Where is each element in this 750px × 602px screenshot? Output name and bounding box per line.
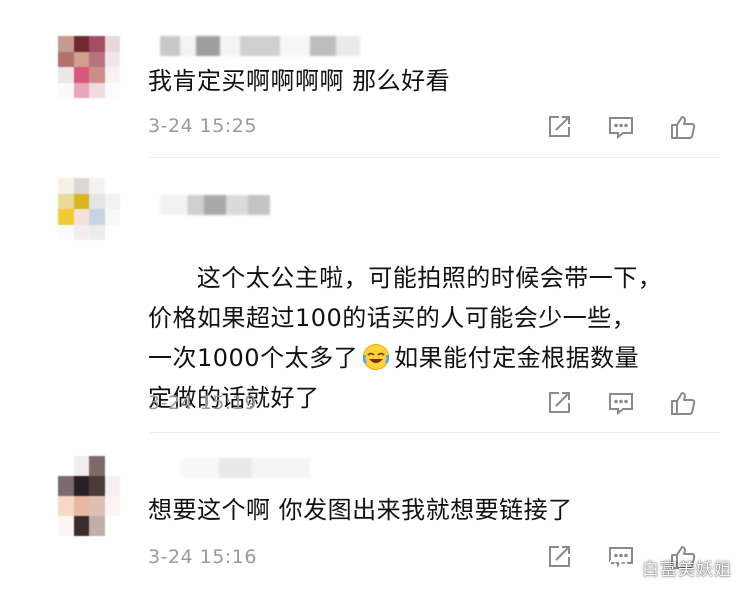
username-blurred[interactable]: [180, 458, 310, 478]
wechat-icon: [608, 557, 633, 577]
watermark: 白富美妖姐: [608, 554, 732, 580]
comment-timestamp: 3-24 15:16: [148, 546, 257, 568]
comment-item: 想要这个啊 你发图出来我就想要链接了 3-24 15:16: [0, 0, 750, 602]
share-button[interactable]: [544, 542, 574, 572]
comment-text: 想要这个啊 你发图出来我就想要链接了: [148, 496, 573, 524]
comment-feed: 我肯定买啊啊啊啊 那么好看 3-24 15:25 这个太公主啦，可能拍照的时候会…: [0, 0, 750, 602]
watermark-label: 白富美妖姐: [642, 559, 732, 580]
avatar[interactable]: [58, 456, 120, 536]
share-icon: [549, 546, 570, 567]
